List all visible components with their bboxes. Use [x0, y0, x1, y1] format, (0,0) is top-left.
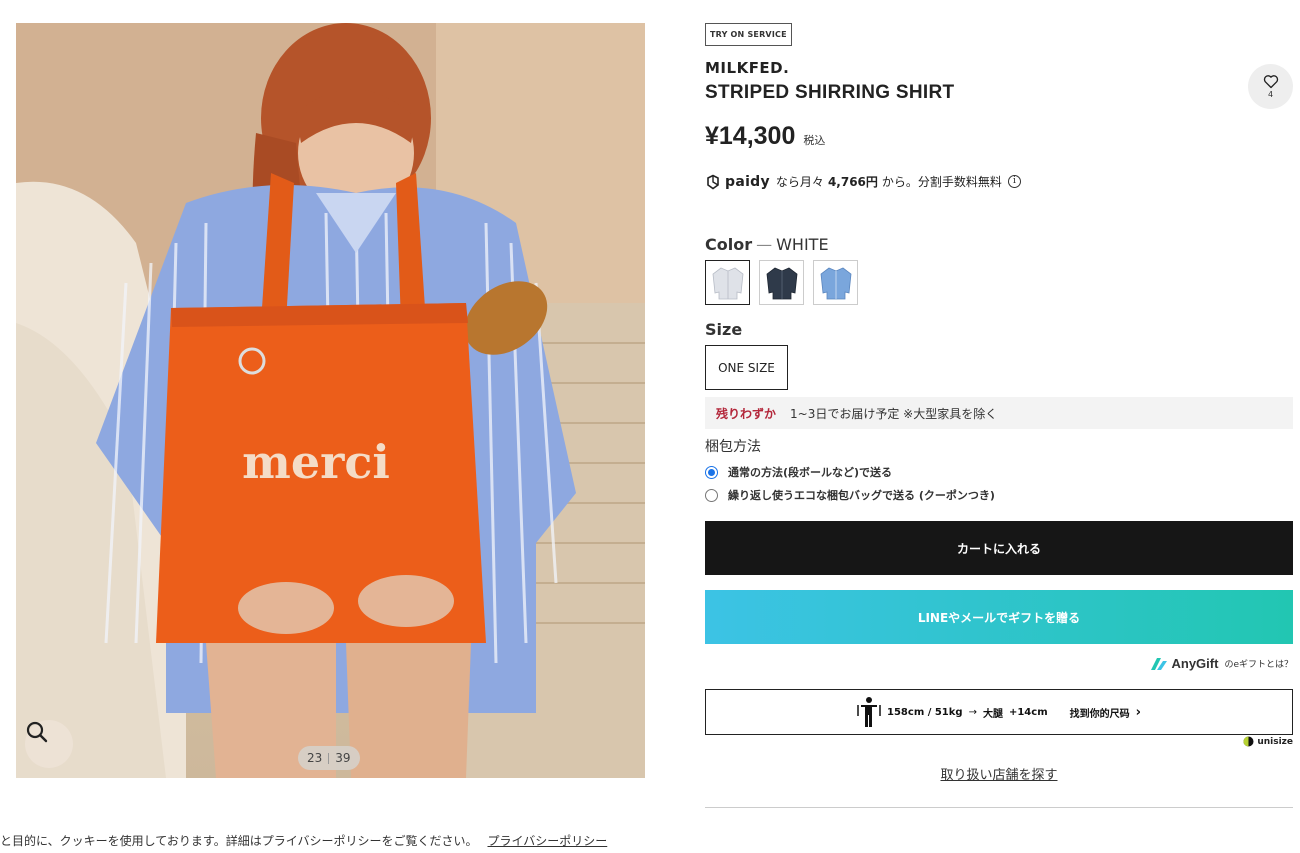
- product-details: TRY ON SERVICE MILKFED. STRIPED SHIRRING…: [705, 0, 1293, 853]
- radio-eco[interactable]: [705, 488, 718, 502]
- price: ¥14,300: [705, 122, 796, 150]
- privacy-policy-link[interactable]: プライバシーポリシー: [487, 834, 607, 848]
- fit-body-part: 大腿: [982, 708, 1003, 720]
- anygift-logo-text: AnyGift: [1171, 656, 1219, 671]
- color-dash: —: [756, 235, 773, 254]
- size-option-one-size[interactable]: ONE SIZE: [705, 345, 788, 390]
- tax-label: 税込: [803, 134, 826, 147]
- price-row: ¥14,300 税込: [705, 122, 825, 151]
- size-label: Size: [705, 320, 743, 339]
- cookie-text: と目的に、クッキーを使用しております。詳細はプライバシーポリシーをご覧ください。: [0, 834, 478, 848]
- size-fit-widget[interactable]: 158cm / 51kg → 大腿 +14cm 找到你的尺码 ›: [705, 689, 1293, 735]
- packaging-label: 梱包方法: [705, 439, 761, 455]
- radio-standard[interactable]: [705, 465, 718, 479]
- anygift-info[interactable]: AnyGift のeギフトとは？: [1149, 656, 1293, 671]
- info-icon[interactable]: i: [1007, 175, 1021, 188]
- unisize-icon: [1243, 736, 1254, 747]
- counter-total: 39: [335, 751, 351, 765]
- paidy-installment: paidy なら月々 4,766円 から。分割手数料無料 i: [705, 173, 1021, 190]
- swatch-blue[interactable]: [813, 260, 858, 305]
- packaging-option-eco-label: 繰り返し使うエコな梱包バッグで送る (クーポンつき): [728, 489, 995, 502]
- zoom-button[interactable]: [25, 720, 73, 768]
- product-image[interactable]: merci 23 39: [16, 23, 645, 778]
- product-title: STRIPED SHIRRING SHIRT: [705, 82, 955, 103]
- paidy-logo: paidy: [725, 173, 770, 190]
- fit-body-stats: 158cm / 51kg: [887, 706, 963, 718]
- packaging-option-eco[interactable]: 繰り返し使うエコな梱包バッグで送る (クーポンつき): [705, 487, 995, 503]
- counter-divider: [328, 752, 330, 764]
- favorite-button[interactable]: 4: [1248, 64, 1293, 109]
- low-stock-label: 残りわずか: [716, 406, 777, 421]
- anygift-help[interactable]: のeギフトとは？: [1224, 657, 1293, 670]
- anygift-logo: AnyGift: [1149, 656, 1219, 671]
- unisize-text: unisize: [1257, 736, 1293, 747]
- paidy-logo-icon: [707, 174, 719, 189]
- swatch-navy[interactable]: [759, 260, 804, 305]
- color-swatches: [705, 260, 858, 305]
- anygift-logo-icon: [1150, 657, 1167, 670]
- delivery-estimate: 1~3日でお届け予定 ※大型家具を除く: [790, 406, 998, 421]
- search-icon: [26, 721, 48, 743]
- fit-cta[interactable]: 找到你的尺码: [1070, 705, 1130, 720]
- body-figure-icon: [857, 697, 881, 727]
- counter-current: 23: [307, 751, 323, 765]
- paidy-prefix: なら月々: [775, 175, 824, 189]
- paidy-amount: 4,766円: [827, 175, 878, 189]
- selected-color: WHITE: [776, 235, 829, 254]
- fit-arrow: →: [968, 706, 977, 718]
- chevron-right-icon: ›: [1135, 704, 1141, 720]
- favorite-count: 4: [1267, 90, 1274, 99]
- paidy-suffix: から。分割手数料無料: [881, 175, 1002, 189]
- swatch-white[interactable]: [705, 260, 750, 305]
- color-label: Color — WHITE: [705, 235, 829, 254]
- send-gift-button[interactable]: LINEやメールでギフトを贈る: [705, 590, 1293, 644]
- store-finder: 取り扱い店舗を探す: [705, 764, 1293, 783]
- shirt-blue-thumbnail: [820, 267, 851, 299]
- unisize-logo: unisize: [1243, 736, 1293, 747]
- packaging-option-standard[interactable]: 通常の方法(段ボールなど)で送る: [705, 464, 892, 480]
- add-to-cart-button[interactable]: カートに入れる: [705, 521, 1293, 575]
- packaging-option-standard-label: 通常の方法(段ボールなど)で送る: [728, 466, 893, 479]
- shirt-navy-thumbnail: [766, 267, 797, 299]
- heart-icon: [1263, 75, 1278, 89]
- image-counter: 23 39: [298, 746, 360, 770]
- bag-print-text: merci: [242, 435, 390, 489]
- fit-difference: +14cm: [1008, 706, 1048, 718]
- brand-name[interactable]: MILKFED.: [705, 59, 789, 77]
- find-store-link[interactable]: 取り扱い店舗を探す: [940, 768, 1057, 783]
- section-divider: [705, 807, 1293, 808]
- color-label-text: Color: [705, 235, 753, 254]
- cookie-notice: と目的に、クッキーを使用しております。詳細はプライバシーポリシーをご覧ください。…: [0, 832, 700, 849]
- try-on-badge: TRY ON SERVICE: [705, 23, 792, 46]
- stock-banner: 残りわずか 1~3日でお届け予定 ※大型家具を除く: [705, 397, 1293, 429]
- product-illustration: merci: [16, 23, 645, 778]
- shirt-white-thumbnail: [712, 267, 743, 299]
